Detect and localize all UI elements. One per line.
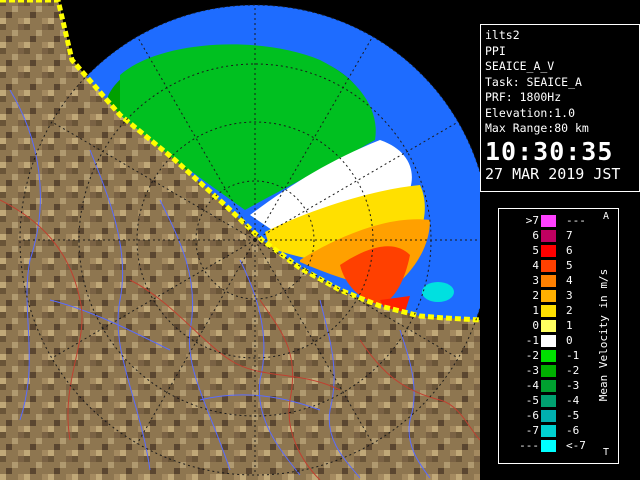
legend-right-label: 5 <box>566 259 573 272</box>
legend-left-label: -7 <box>525 424 539 437</box>
legend-left-label: 0 <box>532 319 539 332</box>
legend-right-label: 3 <box>566 289 573 302</box>
legend-right-label: -3 <box>566 379 580 392</box>
legend-right-label: 1 <box>566 319 573 332</box>
task-name: Task: SEAICE_A <box>485 74 582 89</box>
legend-color-swatch <box>541 395 556 407</box>
legend-color-swatch <box>541 350 556 362</box>
legend-color-swatch <box>541 410 556 422</box>
legend-right-label: 2 <box>566 304 573 317</box>
legend-unit-strip: Mean Velocity in m/s <box>591 211 617 461</box>
legend-left-label: -2 <box>525 349 539 362</box>
legend-right-label: 7 <box>566 229 573 242</box>
legend-right-label: 4 <box>566 274 573 287</box>
legend-title: Mean Velocity in m/s <box>597 268 610 402</box>
prf-value: PRF: 1800Hz <box>485 90 562 104</box>
legend-color-swatch <box>541 260 556 272</box>
legend-right-label: -5 <box>566 409 580 422</box>
legend-color-swatch <box>541 425 556 437</box>
legend-left-label: 2 <box>532 289 539 302</box>
legend-color-swatch <box>541 380 556 392</box>
max-range-value: Max Range:80 km <box>485 121 589 135</box>
scan-name: SEAICE_A_V <box>485 59 555 73</box>
legend-right-label: -2 <box>566 364 580 377</box>
legend-left-label: --- <box>519 439 539 452</box>
legend-right-label: -1 <box>566 349 580 362</box>
scan-date: 27 MAR 2019 JST <box>485 164 621 183</box>
legend-color-swatch <box>541 305 556 317</box>
scan-time: 10:30:35 <box>485 136 614 166</box>
legend-bottom-tag: T <box>603 447 610 458</box>
legend-left-label: -4 <box>525 379 539 392</box>
legend-color-swatch <box>541 245 556 257</box>
legend-color-swatch <box>541 320 556 332</box>
legend-color-swatch <box>541 215 556 227</box>
legend-color-swatch <box>541 440 556 452</box>
legend-color-swatch <box>541 275 556 287</box>
legend-color-swatch <box>541 230 556 242</box>
legend-left-label: >7 <box>525 214 539 227</box>
legend-left-label: -3 <box>525 364 539 377</box>
station-name: ilts2 <box>485 28 520 42</box>
legend-left-label: 3 <box>532 274 539 287</box>
legend-left-label: 1 <box>532 304 539 317</box>
legend-top-tag: A <box>603 211 610 222</box>
legend-left-label: 6 <box>532 229 539 242</box>
legend-right-label: 6 <box>566 244 573 257</box>
scan-info-panel: ilts2 PPI SEAICE_A_V Task: SEAICE_A PRF:… <box>480 24 640 192</box>
legend-color-swatch <box>541 290 556 302</box>
legend-right-label: 0 <box>566 334 573 347</box>
velocity-legend: >7 --- 6 7 5 6 4 5 3 4 2 3 1 2 0 1 -1 0 -2 -1 -3 -2 -4 -3 -5 -4 -6… <box>498 208 619 464</box>
legend-left-label: -5 <box>525 394 539 407</box>
legend-left-label: 4 <box>532 259 539 272</box>
elevation-value: Elevation:1.0 <box>485 105 576 120</box>
legend-right-label: -6 <box>566 424 580 437</box>
legend-right-label: --- <box>566 214 586 227</box>
product-type: PPI <box>485 43 506 58</box>
legend-right-label: -4 <box>566 394 580 407</box>
legend-left-label: -6 <box>525 409 539 422</box>
legend-left-label: -1 <box>525 334 539 347</box>
radar-ppi-display[interactable] <box>0 0 480 480</box>
legend-color-swatch <box>541 335 556 347</box>
legend-color-swatch <box>541 365 556 377</box>
legend-left-label: 5 <box>532 244 539 257</box>
legend-right-label: <-7 <box>566 439 586 452</box>
